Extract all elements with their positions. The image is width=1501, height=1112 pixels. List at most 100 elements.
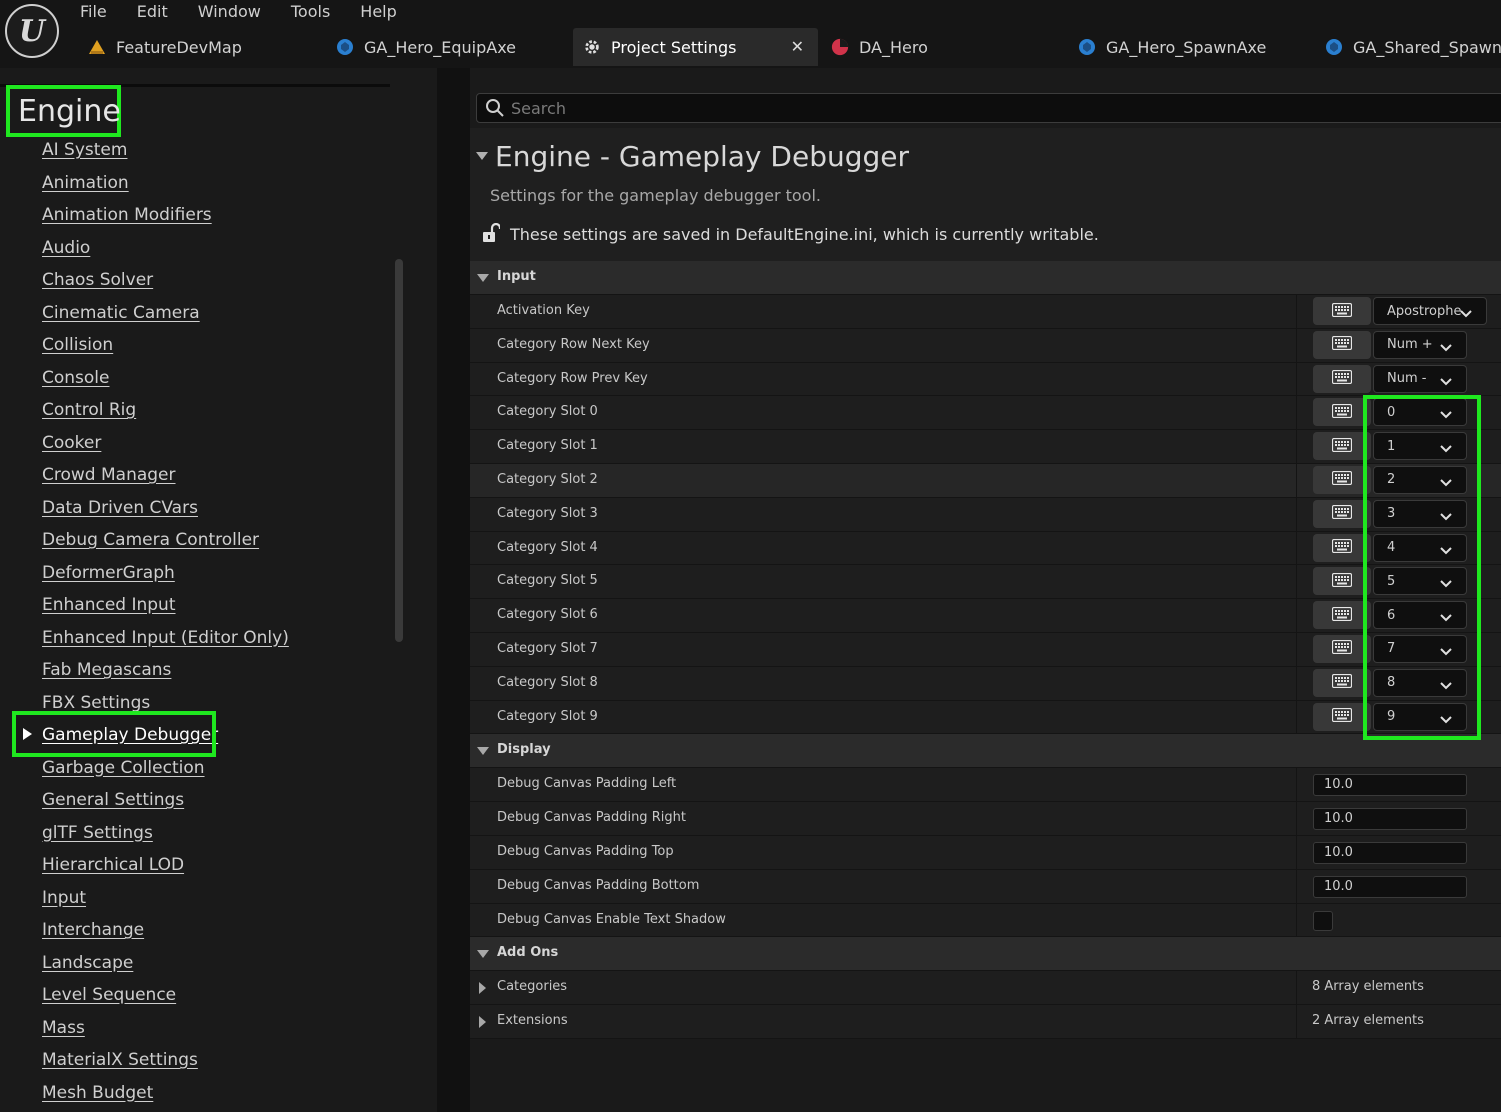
- key-capture-button[interactable]: [1313, 668, 1371, 697]
- key-selector-dropdown[interactable]: Apostrophe: [1373, 297, 1487, 325]
- numeric-input[interactable]: 10.0: [1313, 808, 1467, 831]
- text-shadow-checkbox[interactable]: [1313, 910, 1333, 931]
- category-debug-camera-controller[interactable]: Debug Camera Controller: [42, 528, 402, 561]
- menu-tools[interactable]: Tools: [291, 0, 330, 24]
- key-selector-dropdown[interactable]: 6: [1373, 601, 1467, 630]
- unreal-logo-icon[interactable]: U: [5, 4, 59, 58]
- key-capture-button[interactable]: [1313, 330, 1371, 359]
- category-deformergraph[interactable]: DeformerGraph: [42, 561, 402, 594]
- collapse-arrow-icon[interactable]: [477, 747, 489, 756]
- key-selector-dropdown[interactable]: 1: [1373, 432, 1467, 461]
- tab-ga-hero-spawnaxe[interactable]: GA_Hero_SpawnAxe: [1078, 28, 1266, 66]
- key-capture-button[interactable]: [1313, 634, 1371, 663]
- category-landscape[interactable]: Landscape: [42, 951, 402, 984]
- column-divider[interactable]: [1296, 700, 1297, 734]
- key-capture-button[interactable]: [1313, 432, 1371, 461]
- key-capture-button[interactable]: [1313, 567, 1371, 596]
- expand-arrow-icon[interactable]: [479, 1016, 486, 1029]
- category-garbage-collection[interactable]: Garbage Collection: [42, 756, 402, 789]
- collapse-arrow-icon[interactable]: [477, 274, 489, 282]
- numeric-input[interactable]: 10.0: [1313, 774, 1467, 797]
- key-selector-dropdown[interactable]: 8: [1373, 668, 1467, 697]
- tab-featuredevmap[interactable]: FeatureDevMap: [88, 28, 242, 66]
- column-divider[interactable]: [1296, 835, 1297, 869]
- key-selector-dropdown[interactable]: 9: [1373, 702, 1467, 731]
- column-divider[interactable]: [1296, 802, 1297, 835]
- category-ai-system[interactable]: AI System: [42, 138, 402, 171]
- key-capture-button[interactable]: [1313, 364, 1371, 393]
- menu-file[interactable]: File: [80, 0, 107, 24]
- menu-window[interactable]: Window: [198, 0, 261, 24]
- category-control-rig[interactable]: Control Rig: [42, 398, 402, 431]
- numeric-input[interactable]: 10.0: [1313, 875, 1467, 898]
- key-capture-button[interactable]: [1313, 533, 1371, 562]
- column-divider[interactable]: [1296, 531, 1297, 565]
- panel-splitter[interactable]: [437, 68, 470, 1112]
- column-divider[interactable]: [1296, 869, 1297, 903]
- key-capture-button[interactable]: [1313, 601, 1371, 630]
- column-divider[interactable]: [1296, 497, 1297, 531]
- category-mesh-budget[interactable]: Mesh Budget: [42, 1081, 402, 1112]
- collapse-arrow-icon[interactable]: [477, 950, 489, 959]
- key-selector-dropdown[interactable]: 7: [1373, 634, 1467, 663]
- tab-project-settings[interactable]: Project Settings ✕: [573, 28, 818, 66]
- column-divider[interactable]: [1296, 599, 1297, 632]
- column-divider[interactable]: [1296, 1005, 1297, 1038]
- key-selector-dropdown[interactable]: 0: [1373, 398, 1467, 427]
- close-icon[interactable]: ✕: [791, 37, 804, 56]
- category-animation[interactable]: Animation: [42, 171, 402, 204]
- category-scrollbar[interactable]: [395, 259, 403, 642]
- category-interchange[interactable]: Interchange: [42, 918, 402, 951]
- category-general-settings[interactable]: General Settings: [42, 788, 402, 821]
- search-input[interactable]: [511, 94, 1411, 122]
- category-audio[interactable]: Audio: [42, 236, 402, 269]
- column-divider[interactable]: [1296, 632, 1297, 666]
- key-capture-button[interactable]: [1313, 499, 1371, 528]
- column-divider[interactable]: [1296, 430, 1297, 463]
- key-selector-dropdown[interactable]: Num -: [1373, 364, 1467, 393]
- category-data-driven-cvars[interactable]: Data Driven CVars: [42, 496, 402, 529]
- category-gltf-settings[interactable]: glTF Settings: [42, 821, 402, 854]
- category-chaos-solver[interactable]: Chaos Solver: [42, 268, 402, 301]
- key-capture-button[interactable]: [1313, 702, 1371, 731]
- category-cooker[interactable]: Cooker: [42, 431, 402, 464]
- collapse-arrow-icon[interactable]: [476, 152, 488, 160]
- key-selector-dropdown[interactable]: 2: [1373, 465, 1467, 494]
- column-divider[interactable]: [1296, 463, 1297, 497]
- category-enhanced-input-editor-only[interactable]: Enhanced Input (Editor Only): [42, 626, 402, 659]
- group-header-addons[interactable]: Add Ons: [470, 937, 1501, 972]
- column-divider[interactable]: [1296, 565, 1297, 599]
- key-capture-button[interactable]: [1313, 398, 1371, 427]
- category-mass[interactable]: Mass: [42, 1016, 402, 1049]
- expand-arrow-icon[interactable]: [479, 982, 486, 995]
- key-selector-dropdown[interactable]: 3: [1373, 499, 1467, 528]
- column-divider[interactable]: [1296, 396, 1297, 430]
- column-divider[interactable]: [1296, 666, 1297, 700]
- numeric-input[interactable]: 10.0: [1313, 841, 1467, 864]
- category-input[interactable]: Input: [42, 886, 402, 919]
- column-divider[interactable]: [1296, 362, 1297, 396]
- key-selector-dropdown[interactable]: 5: [1373, 567, 1467, 596]
- column-divider[interactable]: [1296, 328, 1297, 362]
- group-header-input[interactable]: Input: [470, 261, 1501, 295]
- category-collision[interactable]: Collision: [42, 333, 402, 366]
- tab-ga-hero-equipaxe[interactable]: GA_Hero_EquipAxe: [336, 28, 516, 66]
- category-animation-modifiers[interactable]: Animation Modifiers: [42, 203, 402, 236]
- category-hierarchical-lod[interactable]: Hierarchical LOD: [42, 853, 402, 886]
- category-fab-megascans[interactable]: Fab Megascans: [42, 658, 402, 691]
- category-enhanced-input[interactable]: Enhanced Input: [42, 593, 402, 626]
- group-header-display[interactable]: Display: [470, 734, 1501, 769]
- column-divider[interactable]: [1296, 295, 1297, 328]
- key-selector-dropdown[interactable]: 4: [1373, 533, 1467, 562]
- category-console[interactable]: Console: [42, 366, 402, 399]
- category-level-sequence[interactable]: Level Sequence: [42, 983, 402, 1016]
- tab-ga-shared-spawn[interactable]: GA_Shared_Spawn: [1325, 28, 1501, 66]
- column-divider[interactable]: [1296, 971, 1297, 1005]
- category-materialx-settings[interactable]: MaterialX Settings: [42, 1048, 402, 1081]
- key-selector-dropdown[interactable]: Num +: [1373, 330, 1467, 359]
- key-capture-button[interactable]: [1313, 297, 1371, 325]
- tab-da-hero[interactable]: DA_Hero: [831, 28, 928, 66]
- category-cinematic-camera[interactable]: Cinematic Camera: [42, 301, 402, 334]
- column-divider[interactable]: [1296, 768, 1297, 802]
- menu-edit[interactable]: Edit: [137, 0, 168, 24]
